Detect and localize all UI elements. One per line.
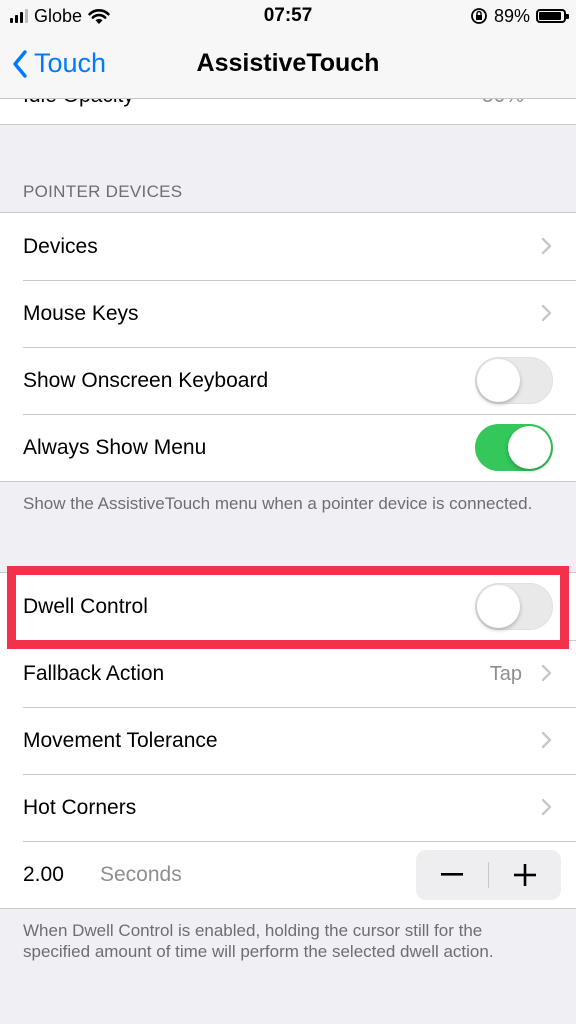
dwell-footer: When Dwell Control is enabled, holding t… (23, 921, 494, 961)
devices-label: Devices (23, 235, 98, 258)
idle-opacity-label: Idle Opacity (23, 99, 134, 108)
page-title: AssistiveTouch (196, 49, 380, 77)
mouse-keys-row[interactable]: Mouse Keys (0, 280, 576, 347)
pointer-devices-group: Devices Mouse Keys Show Onscreen Keyboar… (0, 212, 576, 482)
fallback-action-value: Tap (489, 663, 522, 685)
chevron-right-icon (541, 798, 552, 816)
chevron-right-icon (541, 731, 552, 749)
hot-corners-row[interactable]: Hot Corners (0, 774, 576, 841)
hot-corners-label: Hot Corners (23, 796, 137, 819)
mouse-keys-label: Mouse Keys (23, 302, 139, 325)
dwell-time-value: 2.00 (23, 863, 64, 886)
movement-tolerance-row[interactable]: Movement Tolerance (0, 707, 576, 774)
highlight-box (7, 566, 569, 649)
show-onscreen-keyboard-toggle[interactable] (475, 357, 553, 404)
battery-percent: 89% (493, 5, 530, 26)
increment-button[interactable] (489, 850, 561, 900)
show-onscreen-keyboard-row: Show Onscreen Keyboard (0, 347, 576, 414)
status-bar: Globe 07:57 89% (0, 0, 576, 32)
devices-row[interactable]: Devices (0, 213, 576, 280)
fallback-action-label: Fallback Action (23, 662, 165, 685)
chevron-right-icon (541, 304, 552, 322)
idle-opacity-row[interactable]: Idle Opacity 50% (0, 99, 576, 125)
fallback-action-row[interactable]: Fallback Action Tap (0, 640, 576, 707)
always-show-menu-row: Always Show Menu (0, 414, 576, 481)
orientation-lock-icon (471, 8, 487, 24)
battery-icon (536, 9, 569, 23)
dwell-time-unit: Seconds (100, 863, 182, 886)
dwell-time-row: 2.00 Seconds (0, 841, 576, 908)
movement-tolerance-label: Movement Tolerance (23, 729, 218, 752)
pointer-devices-footer: Show the AssistiveTouch menu when a poin… (23, 494, 533, 513)
pointer-devices-header: POINTER DEVICES (23, 182, 183, 201)
status-right: 89% (470, 5, 569, 27)
decrement-button[interactable] (416, 850, 488, 900)
chevron-right-icon (541, 237, 552, 255)
idle-opacity-value: 50% (482, 99, 524, 108)
dwell-time-stepper (416, 850, 561, 900)
chevron-right-icon (541, 664, 552, 682)
toggle-knob (508, 426, 551, 469)
toggle-knob (477, 359, 520, 402)
always-show-menu-toggle[interactable] (475, 424, 553, 471)
show-onscreen-keyboard-label: Show Onscreen Keyboard (23, 369, 269, 392)
always-show-menu-label: Always Show Menu (23, 436, 207, 459)
minus-icon (441, 873, 463, 876)
navigation-bar: Touch AssistiveTouch (0, 32, 576, 99)
plus-icon (514, 864, 536, 886)
